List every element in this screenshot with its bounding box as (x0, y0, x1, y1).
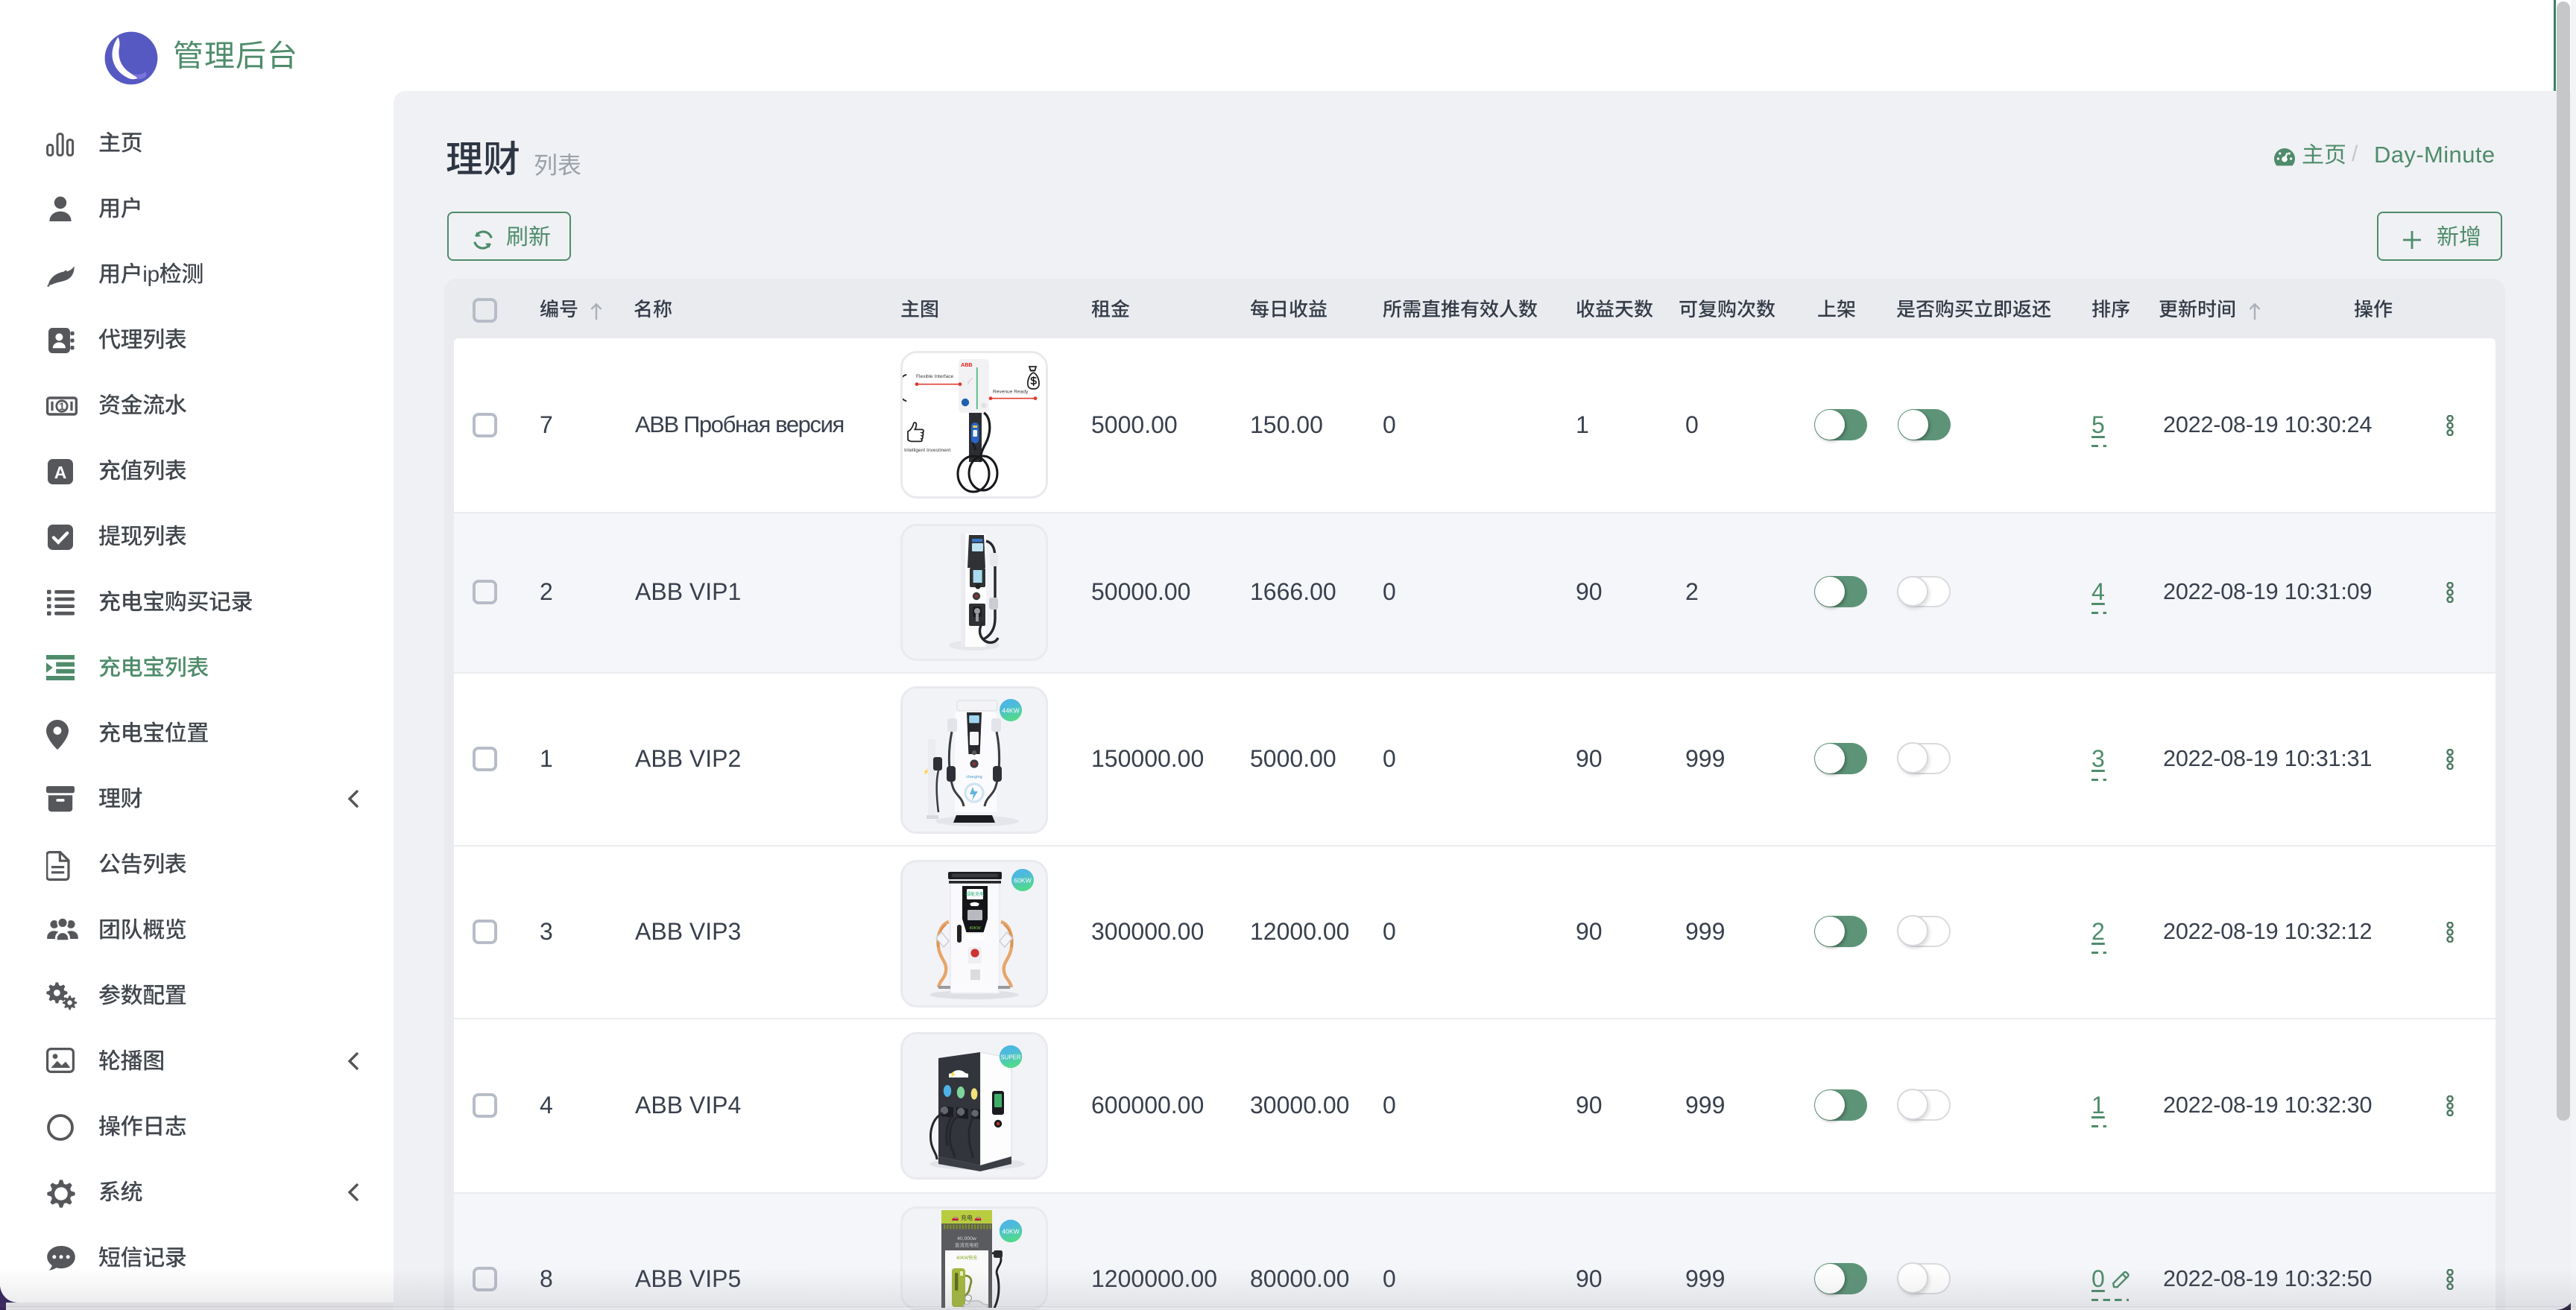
svg-text:40KW: 40KW (969, 926, 981, 931)
svg-text:44KW: 44KW (1002, 706, 1020, 714)
svg-text:Flexible Interface: Flexible Interface (916, 374, 954, 379)
svg-text:⚡: ⚡ (950, 1071, 956, 1078)
svg-text:ABB: ABB (961, 361, 973, 368)
svg-text:60KW: 60KW (1014, 876, 1032, 884)
svg-text:🚗 充电 🚗: 🚗 充电 🚗 (952, 1214, 982, 1221)
svg-text:Intelligent Investment: Intelligent Investment (904, 448, 950, 453)
svg-text:SUPER: SUPER (1000, 1054, 1021, 1060)
svg-text:Revenue Ready: Revenue Ready (993, 390, 1029, 395)
svg-text:绿能充电: 绿能充电 (966, 891, 984, 897)
svg-text:A: A (54, 463, 67, 482)
svg-text:1: 1 (59, 400, 65, 412)
svg-text:charging: charging (966, 775, 982, 779)
svg-text:40KW快充: 40KW快充 (956, 1255, 977, 1261)
svg-text:40KW: 40KW (1002, 1227, 1020, 1235)
svg-text:⚡: ⚡ (923, 768, 929, 775)
svg-text:40,000w: 40,000w (957, 1236, 976, 1241)
svg-text:直流充电桩: 直流充电桩 (955, 1241, 979, 1248)
